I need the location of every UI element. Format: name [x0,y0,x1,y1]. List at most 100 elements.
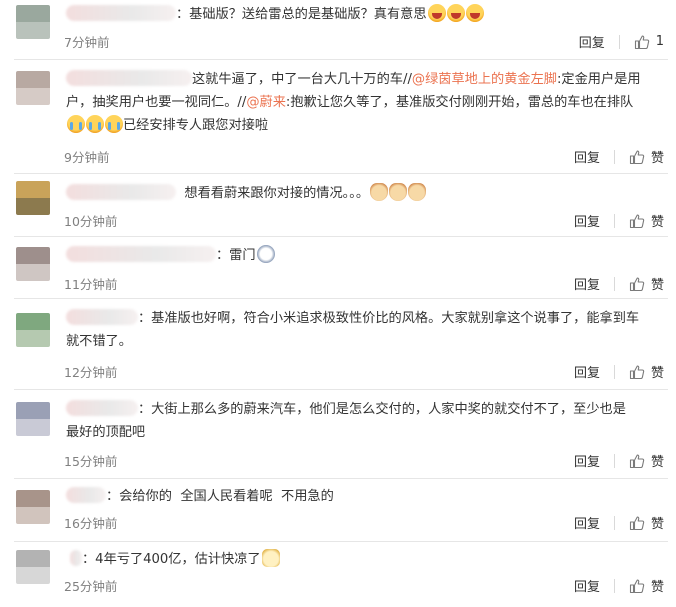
divider [613,364,615,379]
comment-time: 11分钟前 [64,277,118,292]
username[interactable] [66,309,138,325]
divider [613,149,615,164]
like-label: 赞 [650,517,664,532]
like-label: 赞 [650,366,664,381]
comment-time: 10分钟前 [64,214,118,229]
comment-time: 15分钟前 [64,454,118,469]
comment-time: 25分钟前 [64,579,118,594]
comment-item: 想看看蔚来跟你对接的情况。。。 10分钟前 回复 赞 [0,176,676,232]
divider [613,276,615,291]
comment-actions: 回复 赞 [574,451,664,470]
comment-actions: 回复 赞 [574,274,664,293]
avatar[interactable] [16,490,50,524]
username[interactable] [66,5,176,21]
cat-emoji-icon [389,183,408,201]
laugh-emoji-icon [427,4,446,22]
reply-button[interactable]: 回复 [574,451,600,470]
comment-actions: 回复 赞 [574,147,664,166]
like-label: 赞 [650,151,664,166]
avatar[interactable] [16,402,50,436]
comment-content: ：4年亏了400亿，估计快凉了 [82,552,261,567]
divider [14,298,668,299]
cat-emoji-icon [408,183,427,201]
username[interactable] [70,550,82,566]
reply-button[interactable]: 回复 [574,576,600,595]
crying-emoji-icon [67,115,85,133]
avatar[interactable] [16,181,50,215]
thumbs-up-icon [629,578,645,593]
mention-link[interactable]: @绿茵草地上的黄金左脚 [412,72,557,87]
comment-actions: 回复 赞 [574,211,664,230]
comment-content: ：雷门 [216,248,256,263]
avatar[interactable] [16,71,50,105]
comment-item: ：雷门 11分钟前 回复 赞 [0,239,676,295]
thumbs-up-icon [634,34,649,49]
like-button[interactable]: 赞 [629,274,664,293]
divider [14,541,668,542]
divider [14,59,668,60]
thumbs-up-icon [629,149,645,164]
divider [613,453,615,468]
like-button[interactable]: 赞 [629,576,664,595]
like-button[interactable]: 赞 [629,451,664,470]
comment-text: 这就牛逼了，中了一台大几十万的车//@绿茵草地上的黄金左脚:定金用户是用 户，抽… [66,70,641,133]
comment-content: ：基础版？送给雷总的是基础版？真有意思 [176,7,427,22]
avatar[interactable] [16,5,50,39]
reply-button[interactable]: 回复 [574,211,600,230]
reply-button[interactable]: 回复 [579,32,605,51]
divider [14,236,668,237]
mention-link[interactable]: @蔚来 [246,95,286,110]
divider [613,213,615,228]
comment-item: ：基础版？送给雷总的是基础版？真有意思 7分钟前 回复 1 [0,0,676,55]
reply-button[interactable]: 回复 [574,274,600,293]
like-button[interactable]: 赞 [629,513,664,532]
comment-content: 想看看蔚来跟你对接的情况。。。 [184,186,370,201]
like-button[interactable]: 赞 [629,211,664,230]
comment-item: 这就牛逼了，中了一台大几十万的车//@绿茵草地上的黄金左脚:定金用户是用 户，抽… [0,62,676,172]
reply-button[interactable]: 回复 [574,147,600,166]
avatar[interactable] [16,550,50,584]
divider [14,173,668,174]
divider [14,389,668,390]
username[interactable] [66,184,176,200]
comment-item: ：大街上那么多的蔚来汽车，他们是怎么交付的，人家中奖的就交付不了，至少也是 最好… [0,392,676,475]
comment-list: ：基础版？送给雷总的是基础版？真有意思 7分钟前 回复 1 这就牛逼了，中了一台… [0,0,676,607]
avatar[interactable] [16,247,50,281]
like-label: 赞 [650,455,664,470]
comment-content: ：会给你的 全国人民看着呢 不用急的 [106,489,334,504]
cat-emoji-icon [370,183,389,201]
crying-emoji-icon [105,115,123,133]
comment-text: ：基础版？送给雷总的是基础版？真有意思 [66,3,666,26]
username[interactable] [66,487,106,503]
comment-text: ：雷门 [66,244,666,267]
username[interactable] [66,400,138,416]
thumbs-up-icon [629,213,645,228]
bear-emoji-icon [256,245,275,263]
divider [14,478,668,479]
username[interactable] [66,70,192,86]
divider [613,515,615,530]
doge-emoji-icon [261,549,280,567]
comment-item: ：4年亏了400亿，估计快凉了 25分钟前 回复 赞 [0,543,676,605]
avatar[interactable] [16,313,50,347]
like-label: 赞 [650,278,664,293]
like-button[interactable]: 赞 [629,362,664,381]
thumbs-up-icon [629,364,645,379]
comment-item: ：会给你的 全国人民看着呢 不用急的 16分钟前 回复 赞 [0,481,676,537]
like-button[interactable]: 赞 [629,147,664,166]
comment-text: ：4年亏了400亿，估计快凉了 [66,548,666,571]
like-label: 赞 [650,580,664,595]
thumbs-up-icon [629,276,645,291]
comment-item: ：基准版也好啊，符合小米追求极致性价比的风格。大家就别拿这个说事了，能拿到车 就… [0,301,676,384]
crying-emoji-icon [86,115,104,133]
comment-time: 12分钟前 [64,365,118,380]
comment-text: ：会给你的 全国人民看着呢 不用急的 [66,485,666,508]
username[interactable] [66,246,216,262]
reply-button[interactable]: 回复 [574,362,600,381]
like-button[interactable]: 1 [634,34,664,50]
comment-actions: 回复 赞 [574,362,664,381]
comment-actions: 回复 1 [579,32,664,51]
divider [618,34,620,49]
laugh-emoji-icon [446,4,465,22]
reply-button[interactable]: 回复 [574,513,600,532]
